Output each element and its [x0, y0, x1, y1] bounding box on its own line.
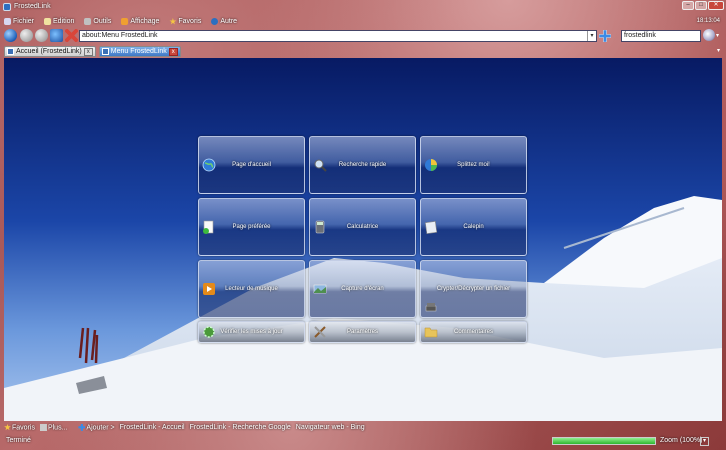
menu-bar: Fichier Edition Outils Affichage Favoris…: [4, 16, 237, 27]
tile-label: Crypter/Décrypter un fichier: [436, 286, 511, 292]
status-text: Terminé: [6, 437, 31, 444]
help-icon: [211, 18, 219, 25]
refresh-button[interactable]: [50, 29, 63, 42]
tile-lecteur-musique[interactable]: Lecteur de musique: [198, 260, 305, 318]
home-globe-button[interactable]: [4, 29, 17, 42]
tile-splittez-moi[interactable]: Splittez moi!: [420, 136, 527, 194]
tile-capture-ecran[interactable]: Capture d'écran: [309, 260, 416, 318]
tile-verifier-mises-a-jour[interactable]: Vérifier les mises à jour: [198, 321, 305, 343]
bookmark-link[interactable]: Navigateur web - Bing: [296, 424, 365, 431]
tile-page-preferee[interactable]: Page préférée: [198, 198, 305, 256]
tile-page-accueil[interactable]: Page d'accueil: [198, 136, 305, 194]
page-icon: [101, 48, 109, 55]
menu-label: Edition: [53, 18, 75, 25]
tile-crypter-decrypter[interactable]: Crypter/Décrypter un fichier: [420, 260, 527, 318]
comment-icon: [424, 327, 438, 338]
menu-label: Affichage: [130, 18, 160, 25]
search-input[interactable]: frostedlink: [621, 30, 701, 42]
bookmark-link[interactable]: FrostedLink - Recherche Google: [190, 424, 291, 431]
pie-chart-icon: [425, 159, 437, 171]
address-value: about:Menu FrostedLink: [82, 32, 158, 39]
tile-parametres[interactable]: Paramètres: [309, 321, 416, 343]
view-icon: [121, 18, 129, 25]
search-dropdown-icon[interactable]: ▾: [716, 32, 719, 39]
tab-label: Accueil (FrostedLink): [16, 48, 82, 55]
stop-button[interactable]: [65, 29, 78, 42]
window-controls: – □ ✕: [682, 1, 724, 10]
bookmarks-favoris-label: Favoris: [12, 424, 35, 432]
menu-label: Autre: [220, 18, 238, 25]
menu-label: Outils: [93, 18, 112, 25]
globe-icon: [202, 158, 216, 172]
update-gear-icon: [203, 326, 215, 338]
add-bookmark-plus-icon[interactable]: [598, 29, 612, 43]
plus-icon: [78, 423, 86, 431]
close-button[interactable]: ✕: [708, 1, 724, 10]
address-dropdown-icon[interactable]: ▾: [587, 31, 596, 41]
page-icon: [7, 48, 14, 55]
window-title: FrostedLink: [14, 3, 51, 10]
back-button[interactable]: [20, 29, 33, 42]
tile-recherche-rapide[interactable]: Recherche rapide: [309, 136, 416, 194]
bookmarks-ajouter-label: Ajouter >: [86, 424, 115, 432]
search-magnifier-icon[interactable]: [703, 29, 715, 41]
progress-bar: [552, 437, 656, 445]
address-bar[interactable]: about:Menu FrostedLink ▾: [79, 30, 597, 42]
menu-autre[interactable]: Autre: [211, 16, 237, 27]
zoom-dropdown-icon[interactable]: ▾: [700, 437, 709, 446]
tile-calepin[interactable]: Calepin: [420, 198, 527, 256]
navigation-bar: about:Menu FrostedLink ▾ frostedlink ▾: [2, 28, 724, 44]
menu-edition[interactable]: Edition: [44, 16, 74, 27]
maximize-button[interactable]: □: [695, 1, 707, 10]
screenshot-icon: [313, 284, 327, 294]
menu-outils[interactable]: Outils: [84, 16, 111, 27]
bookmarks-plus[interactable]: Plus...: [39, 423, 68, 432]
tab-close-icon[interactable]: x: [83, 47, 93, 56]
menu-label: Fichier: [13, 18, 35, 25]
magnifier-icon: [314, 159, 327, 172]
edit-icon: [44, 18, 52, 25]
bookmarks-bar: Favoris Plus... Ajouter > FrostedLink - …: [4, 423, 365, 432]
tab-menu-frostedlink[interactable]: Menu FrostedLink x: [98, 46, 181, 57]
progress-fill: [553, 438, 655, 444]
tile-commentaires[interactable]: Commentaires: [420, 321, 527, 343]
tab-label: Menu FrostedLink: [110, 48, 167, 55]
title-bar: FrostedLink – □ ✕: [0, 0, 726, 13]
more-icon: [39, 423, 47, 431]
menu-label: Favoris: [178, 18, 202, 25]
menu-fichier[interactable]: Fichier: [4, 16, 34, 27]
bookmark-link[interactable]: FrostedLink - Accueil: [120, 424, 185, 431]
menu-affichage[interactable]: Affichage: [121, 16, 159, 27]
tab-accueil[interactable]: Accueil (FrostedLink) x: [4, 46, 96, 57]
bookmarks-plus-label: Plus...: [47, 424, 68, 432]
bookmarks-favoris[interactable]: Favoris: [4, 423, 35, 432]
tab-close-icon[interactable]: x: [168, 47, 178, 56]
app-icon: [3, 2, 11, 11]
calculator-icon: [315, 220, 325, 234]
minimize-button[interactable]: –: [682, 1, 694, 10]
file-icon: [4, 18, 11, 25]
notepad-icon: [425, 221, 438, 234]
menu-favoris[interactable]: Favoris: [169, 16, 201, 27]
forward-button[interactable]: [35, 29, 48, 42]
document-add-icon: [203, 220, 214, 234]
bookmarks-ajouter[interactable]: Ajouter >: [78, 423, 115, 432]
clock: 18:13:04: [696, 18, 720, 24]
star-icon: [169, 18, 177, 25]
encrypt-icon: [425, 303, 437, 312]
tab-bar: Accueil (FrostedLink) x Menu FrostedLink…: [4, 46, 722, 58]
tile-calculatrice[interactable]: Calculatrice: [309, 198, 416, 256]
tab-list-dropdown-icon[interactable]: ▾: [717, 47, 720, 54]
tools-icon: [84, 18, 92, 25]
settings-tools-icon: [314, 326, 326, 338]
star-icon: [4, 423, 11, 431]
page-content: Page d'accueil Recherche rapide Splittez…: [4, 58, 722, 421]
media-player-icon: [203, 283, 215, 295]
zoom-level[interactable]: Zoom (100%): [660, 437, 702, 444]
status-bar: Terminé Zoom (100%) ▾: [0, 434, 726, 450]
